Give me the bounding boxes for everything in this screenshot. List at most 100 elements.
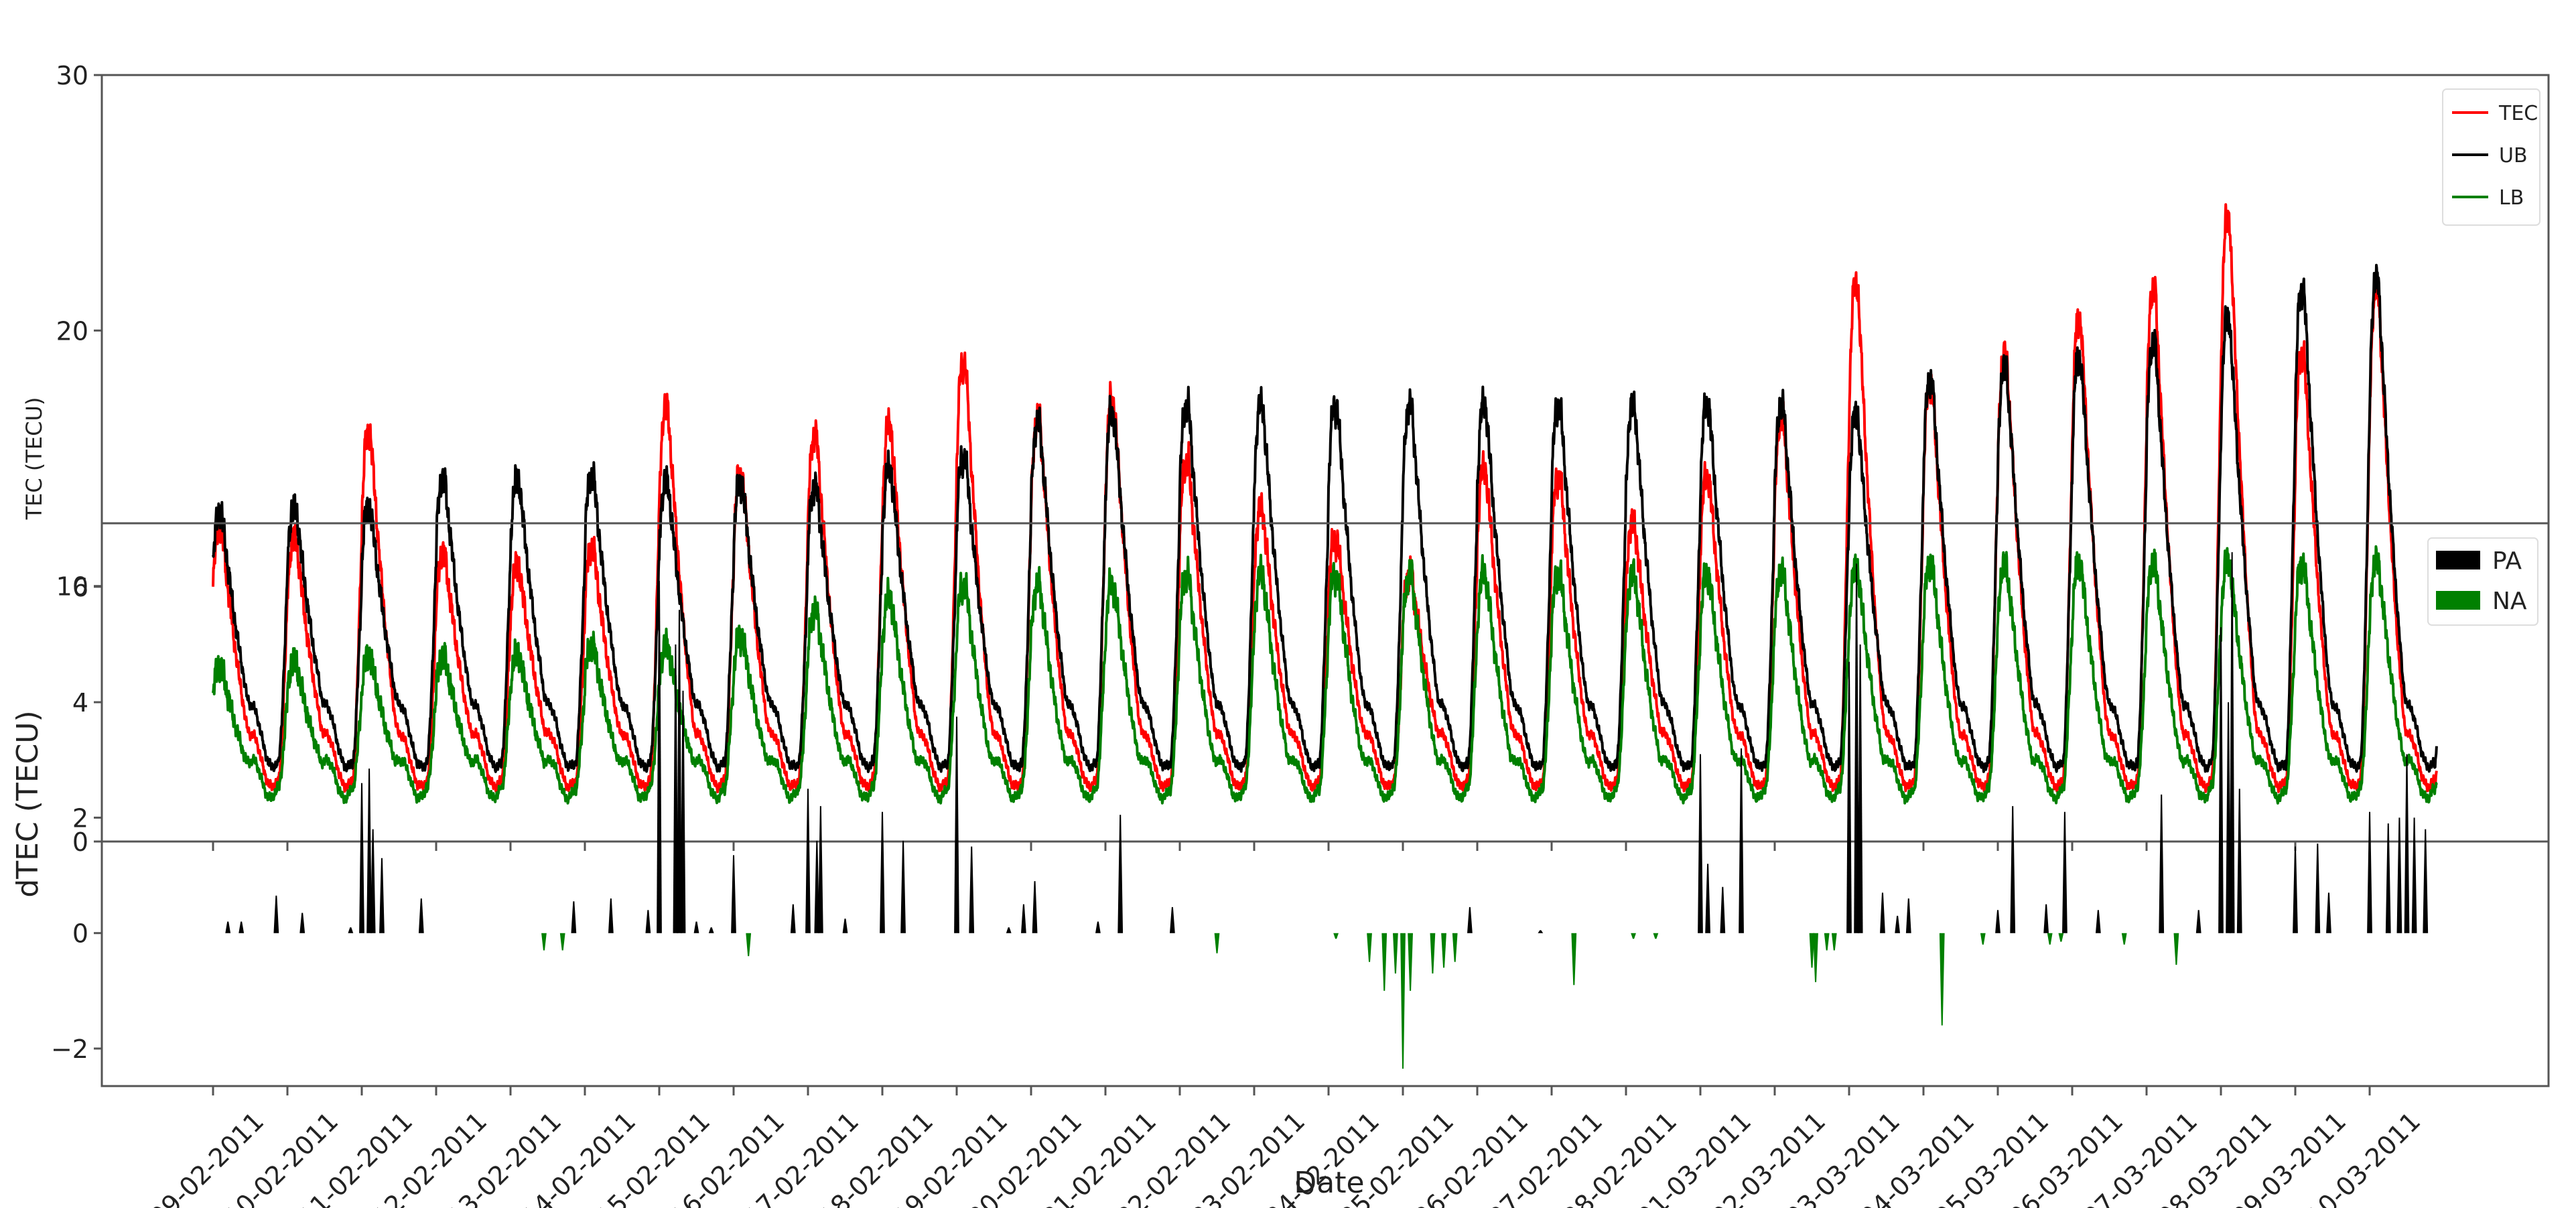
bar-na xyxy=(1653,933,1659,939)
bar-na xyxy=(1631,933,1636,939)
bar-na xyxy=(2047,933,2053,945)
bar-na xyxy=(1400,933,1406,1069)
y-tick-label: −2 xyxy=(51,1034,88,1064)
bar-pa xyxy=(2396,817,2402,933)
bar-pa xyxy=(1117,815,1124,933)
bar-pa xyxy=(731,855,736,933)
y-tick-label: 0 xyxy=(72,919,88,949)
bar-na xyxy=(1571,933,1577,986)
bar-na xyxy=(1430,933,1436,974)
bar-na xyxy=(1441,933,1446,968)
y-tick-label: 30 xyxy=(56,61,88,90)
y-tick-label: 20 xyxy=(56,316,88,346)
x-axis-label: Date xyxy=(1294,1166,1364,1200)
bar-pa xyxy=(2411,817,2417,933)
bar-pa xyxy=(817,806,823,933)
bar-pa xyxy=(880,811,885,933)
bar-pa xyxy=(2095,910,2101,933)
bar-pa xyxy=(348,927,354,933)
bar-pa xyxy=(2159,794,2165,933)
bar-na xyxy=(1408,933,1413,991)
bar-pa xyxy=(225,921,231,933)
bar-na xyxy=(559,933,565,951)
bar-pa xyxy=(1467,907,1473,933)
bar-pa xyxy=(2367,811,2372,933)
bar-pa xyxy=(2326,892,2331,933)
bar-pa xyxy=(418,898,424,933)
bar-pa xyxy=(969,846,975,933)
bar-pa xyxy=(1857,644,1863,933)
bar-na xyxy=(1333,933,1339,939)
dtec-y-axis: −2 0 2 4 6 xyxy=(51,573,102,1064)
bar-pa xyxy=(2293,846,2298,933)
tec-x-ticks xyxy=(212,842,2371,851)
dtec-legend: PA NA xyxy=(2427,537,2538,626)
bar-pa xyxy=(2236,789,2242,933)
bar-pa xyxy=(2315,844,2321,933)
bar-pa xyxy=(708,927,714,933)
dtec-y-axis-label: dTEC (TECU) xyxy=(11,710,45,897)
bar-pa xyxy=(693,921,699,933)
bar-na xyxy=(1381,933,1387,991)
bar-na xyxy=(746,933,752,957)
bar-pa xyxy=(1995,910,2001,933)
bar-pa xyxy=(1698,754,1703,933)
bar-pa xyxy=(1895,915,1901,933)
bar-pa xyxy=(900,840,906,933)
bar-pa xyxy=(805,789,811,933)
bar-na xyxy=(1831,933,1837,951)
bar-na xyxy=(2058,933,2064,942)
figure: 0102030 TEC (TECU) TECUBLB −20246 09-02-… xyxy=(11,61,2550,1208)
bar-pa xyxy=(645,910,651,933)
bar-pa xyxy=(1006,927,1012,933)
bar-pa xyxy=(2010,806,2016,933)
legend-swatch-na xyxy=(2436,591,2480,610)
bar-na xyxy=(1214,933,1220,953)
bar-pa xyxy=(2385,823,2391,933)
tec-y-axis: 0102030 xyxy=(56,61,102,857)
tec-legend: TEC UB LB xyxy=(2442,88,2540,226)
legend-label: PA xyxy=(2492,547,2522,575)
bar-pa xyxy=(1905,898,1911,933)
bar-na xyxy=(1939,933,1945,1026)
tec-panel: 0102030 TEC (TECU) TECUBLB xyxy=(21,61,2550,857)
tec-y-axis-label: TEC (TECU) xyxy=(21,397,47,521)
bar-na xyxy=(1980,933,1986,945)
bar-pa xyxy=(1170,907,1175,933)
bar-na xyxy=(1452,933,1458,962)
bar-pa xyxy=(2195,910,2201,933)
bar-pa xyxy=(1032,881,1038,933)
bar-pa xyxy=(2062,811,2067,933)
bar-na xyxy=(1393,933,1398,974)
legend-swatch-pa xyxy=(2436,551,2480,569)
bar-pa xyxy=(1720,886,1726,933)
bar-pa xyxy=(379,858,385,933)
bar-na xyxy=(1813,933,1818,982)
bar-pa xyxy=(571,901,577,933)
bar-na xyxy=(2121,933,2127,945)
y-tick-label: 6 xyxy=(72,573,88,602)
bar-na xyxy=(2173,933,2179,965)
bar-pa xyxy=(1021,904,1026,933)
bar-na xyxy=(1824,933,1830,951)
y-tick-label: 2 xyxy=(72,803,88,833)
legend-label: NA xyxy=(2492,588,2527,615)
tec-series-lines xyxy=(212,203,2438,805)
bar-pa xyxy=(2404,754,2410,933)
bar-pa xyxy=(790,904,796,933)
bar-pa xyxy=(273,895,279,933)
bar-pa xyxy=(299,913,306,933)
bar-pa xyxy=(2423,829,2429,933)
bar-na xyxy=(541,933,547,951)
bar-na xyxy=(1367,933,1372,962)
y-tick-label: 4 xyxy=(72,688,88,718)
legend-label: UB xyxy=(2499,144,2528,167)
bar-pa xyxy=(1095,921,1101,933)
bar-pa xyxy=(1705,864,1710,933)
date-x-axis: 09-02-201110-02-201111-02-201112-02-2011… xyxy=(144,1086,2426,1208)
bar-pa xyxy=(359,783,364,933)
dtec-bars xyxy=(225,552,2429,1069)
bar-pa xyxy=(1880,892,1885,933)
bar-pa xyxy=(842,919,848,933)
bar-pa xyxy=(1538,930,1544,933)
